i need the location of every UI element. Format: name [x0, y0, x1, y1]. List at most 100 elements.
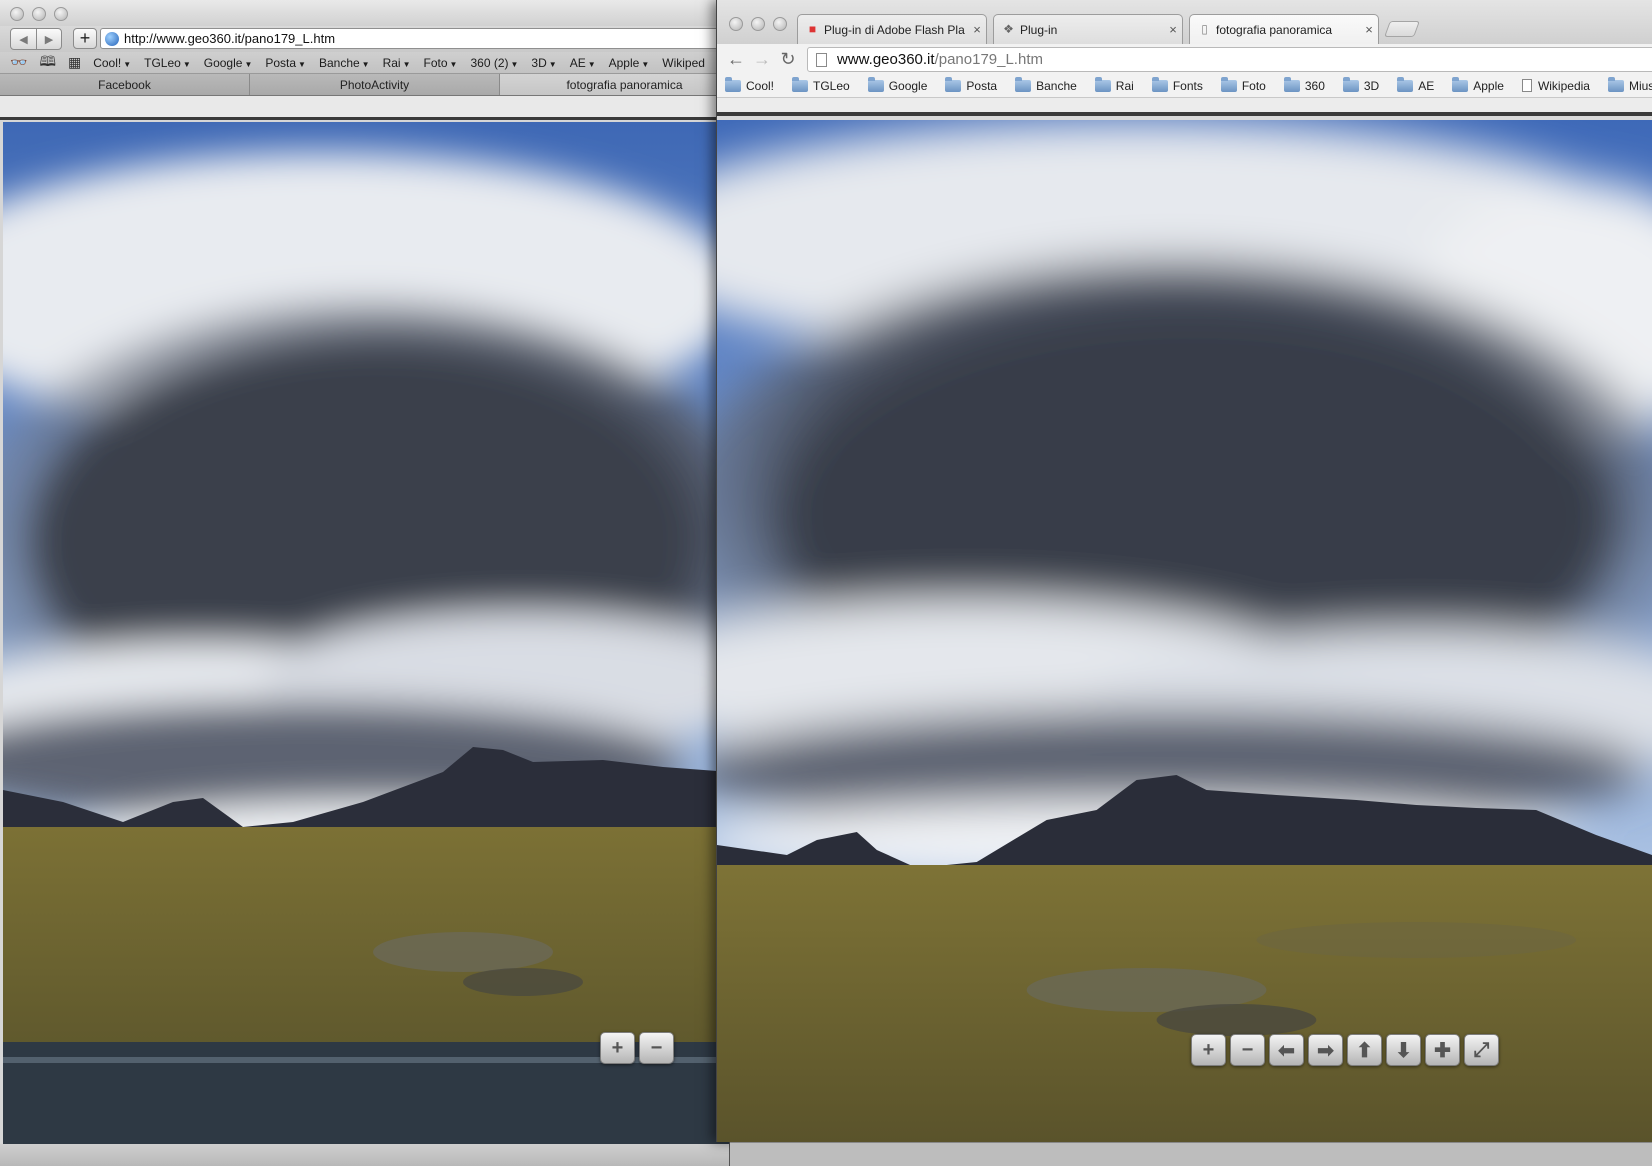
bookmark-label: Rai: [382, 55, 401, 70]
bookmark-label: Foto: [1241, 78, 1266, 93]
forward-arrow-icon[interactable]: →: [751, 48, 773, 70]
page-icon: [816, 52, 827, 67]
bookmark-label: Google: [888, 78, 928, 93]
reload-icon[interactable]: ↻: [777, 48, 799, 70]
tab-title: Plug-in di Adobe Flash Pla: [824, 22, 965, 37]
bookmark-label: Cool!: [746, 78, 775, 93]
folder-icon: [1342, 76, 1359, 92]
bookmark-item[interactable]: Apple: [1452, 76, 1504, 93]
bookmark-menu[interactable]: AE ▼: [570, 56, 596, 70]
left-pano-controls: + −: [600, 1032, 674, 1064]
bookmark-menu[interactable]: 3D ▼: [531, 56, 556, 70]
pan-right-icon[interactable]: ➡: [1308, 1034, 1343, 1066]
chevron-down-icon: ▼: [402, 59, 411, 69]
bookmark-menu[interactable]: Foto ▼: [424, 56, 458, 70]
tab[interactable]: PhotoActivity: [250, 74, 500, 95]
back-arrow-icon[interactable]: ←: [725, 48, 747, 70]
bookmark-label: AE: [569, 55, 586, 70]
bookmark-item[interactable]: 360: [1283, 76, 1325, 93]
new-tab-button[interactable]: [1384, 21, 1420, 37]
status-bar: [0, 1144, 729, 1166]
bookmark-item[interactable]: Fonts: [1151, 76, 1203, 93]
zoom-in-icon[interactable]: +: [1191, 1034, 1226, 1066]
chevron-down-icon: ▼: [587, 59, 596, 69]
zoom-window-button[interactable]: [773, 17, 787, 31]
tab-flash-plugin[interactable]: ■ Plug-in di Adobe Flash Pla ×: [797, 14, 987, 44]
tab-fotografia-panoramica[interactable]: ▯ fotografia panoramica ×: [1189, 14, 1379, 44]
bookmark-item[interactable]: Google: [867, 76, 928, 93]
bookmark-item[interactable]: TGLeo: [792, 76, 850, 93]
right-pano-controls: + − ⬅ ➡ ⬆ ⬇ ✚ ⤢: [1191, 1034, 1499, 1066]
pan-down-icon[interactable]: ⬇: [1386, 1034, 1421, 1066]
url-path: /pano179_L.htm: [934, 51, 1043, 68]
address-bar[interactable]: http://www.geo360.it/pano179_L.htm: [100, 28, 729, 49]
page-icon: [1521, 79, 1532, 92]
zoom-in-icon[interactable]: +: [600, 1032, 635, 1064]
tab[interactable]: Facebook: [0, 74, 250, 95]
window-controls: [10, 7, 68, 21]
folder-icon: [1015, 76, 1032, 92]
move-icon[interactable]: ✚: [1425, 1034, 1460, 1066]
close-window-button[interactable]: [729, 17, 743, 31]
puzzle-icon: ❖: [1003, 22, 1014, 36]
omnibox[interactable]: www.geo360.it/pano179_L.htm: [807, 47, 1652, 72]
forward-button[interactable]: ▶: [36, 29, 61, 49]
bookmark-item[interactable]: Cool!: [725, 76, 775, 93]
chevron-down-icon: ▼: [123, 59, 132, 69]
bookmark-menu[interactable]: Banche ▼: [319, 56, 370, 70]
close-tab-icon[interactable]: ×: [1164, 22, 1182, 37]
bookmark-item[interactable]: Foto: [1220, 76, 1266, 93]
minimize-window-button[interactable]: [32, 7, 46, 21]
bookmark-label: TGLeo: [144, 55, 181, 70]
bookmark-item[interactable]: Wikipedia: [1521, 79, 1590, 93]
zoom-out-icon[interactable]: −: [1230, 1034, 1265, 1066]
bookmark-item[interactable]: Rai: [1094, 76, 1134, 93]
chevron-down-icon: ▼: [548, 59, 557, 69]
bookmarks-icon[interactable]: 🕮: [39, 51, 56, 75]
bookmark-menu[interactable]: 360 (2) ▼: [470, 56, 518, 70]
bookmark-item[interactable]: 3D: [1342, 76, 1379, 93]
zoom-window-button[interactable]: [54, 7, 68, 21]
chrome-window: ■ Plug-in di Adobe Flash Pla × ❖ Plug-in…: [716, 0, 1652, 1142]
pan-up-icon[interactable]: ⬆: [1347, 1034, 1382, 1066]
bookmark-item[interactable]: Banche: [1015, 76, 1077, 93]
chevron-down-icon: ▼: [244, 59, 253, 69]
close-window-button[interactable]: [10, 7, 24, 21]
bookmark-item[interactable]: AE: [1397, 76, 1434, 93]
panorama-viewer[interactable]: [3, 122, 730, 1144]
folder-icon: [1151, 76, 1168, 92]
add-bookmark-button[interactable]: +: [73, 28, 97, 49]
bookmark-menu[interactable]: Apple ▼: [609, 56, 650, 70]
minimize-window-button[interactable]: [751, 17, 765, 31]
reading-list-icon[interactable]: 👓: [10, 54, 27, 71]
bookmark-menu[interactable]: Wikiped: [662, 56, 705, 70]
bookmark-menu[interactable]: TGLeo ▼: [144, 56, 191, 70]
bookmark-item[interactable]: Posta: [945, 76, 997, 93]
chevron-down-icon: ▼: [510, 59, 519, 69]
tab-plugin[interactable]: ❖ Plug-in ×: [993, 14, 1183, 44]
bookmark-menu[interactable]: Cool! ▼: [93, 56, 131, 70]
pan-left-icon[interactable]: ⬅: [1269, 1034, 1304, 1066]
bookmark-item[interactable]: Miusic: [1607, 76, 1652, 93]
bookmark-menu[interactable]: Posta ▼: [265, 56, 306, 70]
panorama-viewer[interactable]: [717, 120, 1652, 1142]
tab-strip: ■ Plug-in di Adobe Flash Pla × ❖ Plug-in…: [717, 0, 1652, 44]
bookmark-label: 360 (2): [470, 55, 509, 70]
bookmark-label: Cool!: [93, 55, 122, 70]
fullscreen-icon[interactable]: ⤢: [1464, 1034, 1499, 1066]
google-icon: ■: [808, 22, 817, 36]
bookmark-menu[interactable]: Google ▼: [204, 56, 253, 70]
bookmark-menu[interactable]: Rai ▼: [383, 56, 411, 70]
close-tab-icon[interactable]: ×: [968, 22, 986, 37]
globe-icon: [105, 31, 119, 46]
folder-icon: [792, 76, 809, 92]
tab[interactable]: fotografia panoramica: [500, 74, 729, 95]
back-button[interactable]: ◀: [11, 29, 36, 49]
close-tab-icon[interactable]: ×: [1360, 22, 1378, 37]
bookmarks-bar: 👓 🕮 ▦ Cool! ▼ TGLeo ▼ Google ▼ Posta ▼ Banche ▼ Ra…: [0, 52, 729, 74]
zoom-out-icon[interactable]: −: [639, 1032, 674, 1064]
window-controls: [729, 17, 787, 31]
chevron-down-icon: ▼: [361, 59, 370, 69]
top-sites-icon[interactable]: ▦: [68, 54, 81, 71]
folder-icon: [1397, 76, 1414, 92]
